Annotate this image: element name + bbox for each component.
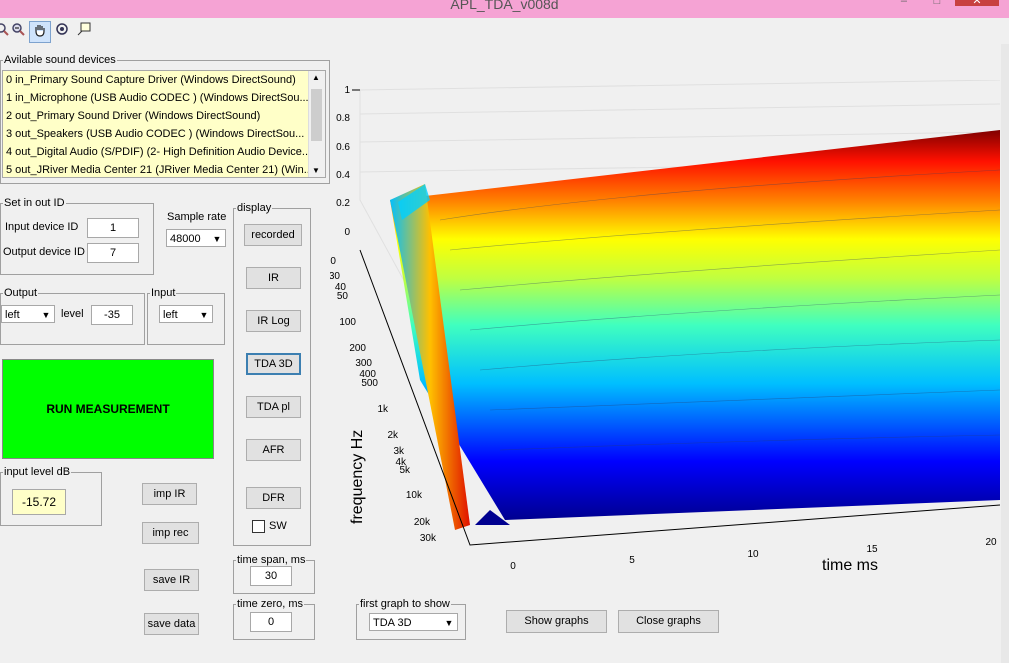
freq-tick-label: 10k bbox=[406, 490, 423, 501]
waterfall-3d-plot[interactable]: 10.80.60.40.20 203040501002003004005001k… bbox=[330, 80, 1000, 580]
z-tick-label: 0.6 bbox=[336, 142, 350, 153]
list-item[interactable]: 4 out_Digital Audio (S/PDIF) (2- High De… bbox=[3, 143, 308, 161]
run-measurement-button[interactable]: RUN MEASUREMENT bbox=[2, 359, 214, 459]
time-zero-legend: time zero, ms bbox=[237, 598, 304, 610]
waterfall-surface bbox=[390, 130, 1000, 520]
sample-rate-label: Sample rate bbox=[167, 211, 227, 223]
figure-toolbar bbox=[0, 18, 1009, 44]
freq-tick-label: 500 bbox=[361, 378, 378, 389]
list-item[interactable]: 2 out_Primary Sound Driver (Windows Dire… bbox=[3, 107, 308, 125]
list-item[interactable]: 3 out_Speakers (USB Audio CODEC ) (Windo… bbox=[3, 125, 308, 143]
z-tick-label: 0 bbox=[344, 227, 350, 238]
output-device-field[interactable]: 7 bbox=[87, 243, 139, 263]
freq-tick-label: 30 bbox=[330, 271, 340, 282]
input-level-value: -15.72 bbox=[12, 489, 66, 515]
imp-rec-button[interactable]: imp rec bbox=[142, 522, 199, 544]
freq-tick-label: 30k bbox=[420, 533, 437, 544]
time-zero-field[interactable]: 0 bbox=[250, 612, 292, 632]
save-data-button[interactable]: save data bbox=[144, 613, 199, 635]
level-label: level bbox=[61, 308, 84, 320]
afr-button[interactable]: AFR bbox=[246, 439, 301, 461]
z-tick-label: 1 bbox=[344, 85, 350, 96]
level-field[interactable]: -35 bbox=[91, 305, 133, 325]
imp-ir-button[interactable]: imp IR bbox=[142, 483, 197, 505]
freq-tick-label: 20k bbox=[414, 517, 431, 528]
time-tick-label: 10 bbox=[747, 549, 759, 560]
output-device-label: Output device ID bbox=[3, 246, 85, 258]
output-legend: Output bbox=[4, 287, 38, 299]
recorded-button[interactable]: recorded bbox=[244, 224, 302, 246]
chevron-down-icon: ▼ bbox=[199, 310, 209, 320]
time-tick-label: 15 bbox=[866, 544, 878, 555]
input-device-label: Input device ID bbox=[5, 221, 79, 233]
z-tick-label: 0.8 bbox=[336, 113, 350, 124]
sample-rate-select[interactable]: 48000 ▼ bbox=[166, 229, 226, 247]
close-button[interactable]: ✕ bbox=[955, 0, 999, 7]
sample-rate-value: 48000 bbox=[170, 233, 201, 245]
save-ir-button[interactable]: save IR bbox=[144, 569, 199, 591]
time-tick-label: 5 bbox=[629, 555, 635, 566]
close-graphs-button[interactable]: Close graphs bbox=[618, 610, 719, 633]
maximize-button[interactable]: □ bbox=[922, 0, 952, 7]
chevron-down-icon: ▼ bbox=[212, 234, 222, 244]
output-channel-select[interactable]: left ▼ bbox=[1, 305, 55, 323]
freq-tick-label: 50 bbox=[337, 291, 349, 302]
minimize-button[interactable]: – bbox=[889, 0, 919, 7]
ir-button[interactable]: IR bbox=[246, 267, 301, 289]
output-channel-value: left bbox=[5, 309, 20, 321]
list-item[interactable]: 5 out_JRiver Media Center 21 (JRiver Med… bbox=[3, 161, 308, 177]
display-legend: display bbox=[237, 202, 272, 214]
first-graph-value: TDA 3D bbox=[373, 617, 412, 629]
freq-tick-label: 100 bbox=[339, 317, 356, 328]
tda-3d-button[interactable]: TDA 3D bbox=[246, 353, 301, 375]
input-channel-select[interactable]: left ▼ bbox=[159, 305, 213, 323]
freq-tick-label: 3k bbox=[393, 446, 405, 457]
set-io-legend: Set in out ID bbox=[4, 197, 65, 209]
tda-pl-button[interactable]: TDA pl bbox=[246, 396, 301, 418]
input-legend: Input bbox=[151, 287, 176, 299]
freq-tick-label: 5k bbox=[399, 465, 411, 476]
z-tick-label: 0.2 bbox=[336, 198, 350, 209]
first-graph-legend: first graph to show bbox=[360, 598, 450, 610]
time-tick-label: 0 bbox=[510, 561, 516, 572]
sw-checkbox[interactable] bbox=[252, 520, 265, 533]
device-list-scrollbar[interactable]: ▲ ▼ bbox=[308, 71, 325, 177]
sw-label: SW bbox=[269, 520, 287, 532]
freq-tick-label: 200 bbox=[349, 343, 366, 354]
devices-legend: Avilable sound devices bbox=[4, 54, 116, 66]
chevron-down-icon: ▼ bbox=[444, 618, 454, 628]
rotate-icon[interactable] bbox=[52, 21, 72, 41]
time-tick-label: 20 bbox=[985, 537, 997, 548]
pan-icon[interactable] bbox=[29, 21, 51, 43]
right-edge bbox=[1001, 44, 1009, 663]
list-item[interactable]: 0 in_Primary Sound Capture Driver (Windo… bbox=[3, 71, 308, 89]
show-graphs-button[interactable]: Show graphs bbox=[506, 610, 607, 633]
device-listbox[interactable]: 0 in_Primary Sound Capture Driver (Windo… bbox=[2, 70, 326, 178]
z-tick-label: 0.4 bbox=[336, 170, 350, 181]
freq-tick-label: 2k bbox=[387, 430, 399, 441]
time-axis-label: time ms bbox=[822, 557, 878, 574]
input-level-legend: input level dB bbox=[4, 466, 71, 478]
title-bar: APL_TDA_v008d – □ ✕ bbox=[0, 0, 1009, 18]
input-device-field[interactable]: 1 bbox=[87, 218, 139, 238]
time-span-field[interactable]: 30 bbox=[250, 566, 292, 586]
dfr-button[interactable]: DFR bbox=[246, 487, 301, 509]
freq-tick-label: 1k bbox=[377, 404, 389, 415]
input-channel-value: left bbox=[163, 309, 178, 321]
ir-log-button[interactable]: IR Log bbox=[246, 310, 301, 332]
zoom-out-icon[interactable] bbox=[8, 21, 28, 41]
time-span-legend: time span, ms bbox=[237, 554, 306, 566]
frequency-axis-label: frequency Hz bbox=[349, 430, 366, 524]
window-title: APL_TDA_v008d bbox=[450, 0, 559, 12]
freq-tick-label: 20 bbox=[330, 256, 336, 267]
list-item[interactable]: 1 in_Microphone (USB Audio CODEC ) (Wind… bbox=[3, 89, 308, 107]
first-graph-select[interactable]: TDA 3D ▼ bbox=[369, 613, 458, 631]
chevron-down-icon: ▼ bbox=[41, 310, 51, 320]
data-cursor-icon[interactable] bbox=[74, 21, 94, 41]
freq-tick-label: 300 bbox=[355, 358, 372, 369]
